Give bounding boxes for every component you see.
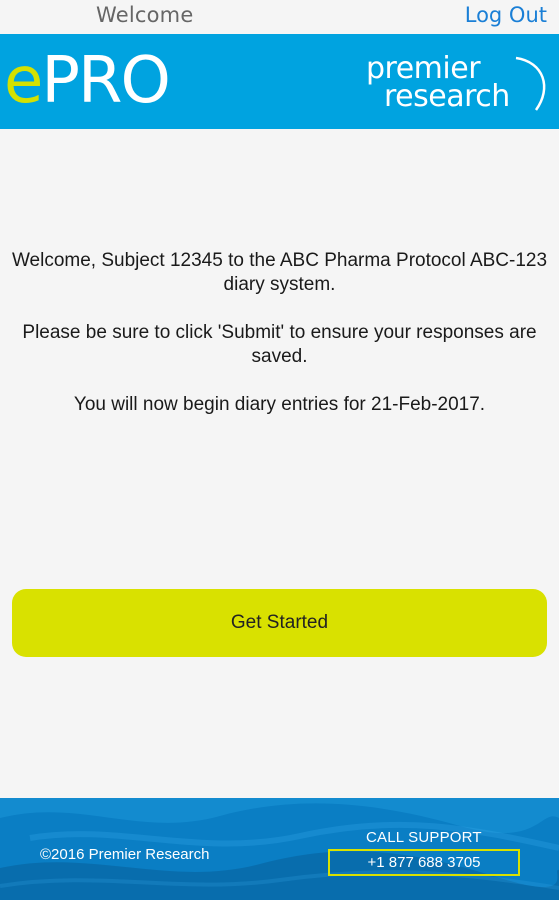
welcome-message: Welcome, Subject 12345 to the ABC Pharma… [10,249,549,441]
copyright-text: ©2016 Premier Research [40,846,210,863]
top-bar: Welcome Log Out [0,0,559,34]
epro-logo-e: e [4,44,43,118]
epro-logo: ePRO [4,44,171,118]
support-phone-button[interactable]: +1 877 688 3705 [328,849,520,876]
logout-link[interactable]: Log Out [465,3,547,27]
header-banner: ePRO premier research [0,34,559,129]
call-support-label: CALL SUPPORT [366,829,482,846]
main-content: Welcome, Subject 12345 to the ABC Pharma… [0,129,559,798]
welcome-text: Welcome, Subject 12345 to the ABC Pharma… [11,250,548,295]
brand-line-research: research [384,79,510,114]
get-started-button[interactable]: Get Started [12,589,547,657]
footer: ©2016 Premier Research CALL SUPPORT +1 8… [0,798,559,900]
premier-research-logo: premier research [366,54,551,116]
submit-reminder-text: Please be sure to click 'Submit' to ensu… [22,322,537,367]
screen-title: Welcome [96,3,194,27]
diary-date-text: You will now begin diary entries for 21-… [73,394,486,415]
epro-logo-pro: PRO [41,44,170,118]
